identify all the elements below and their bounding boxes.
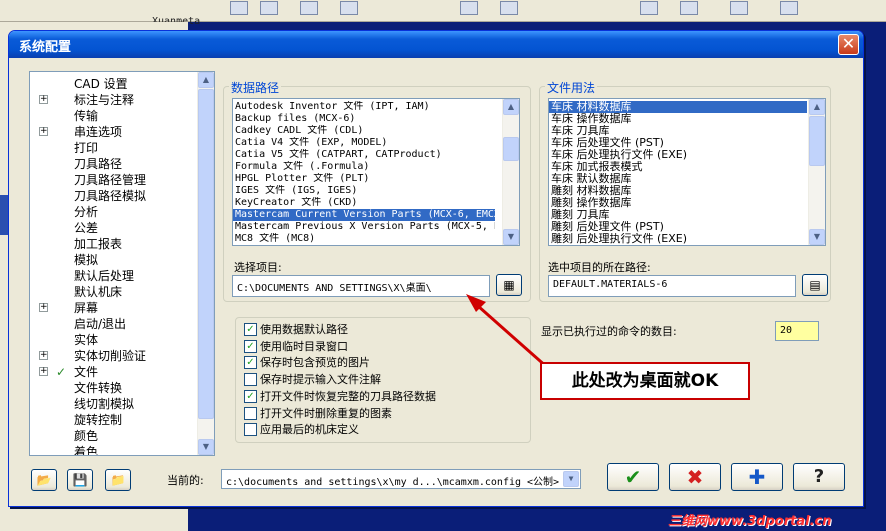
site-watermark: 三维网www.3dportal.cn bbox=[668, 514, 832, 529]
annotation-callout: 此处改为桌面就OK bbox=[540, 362, 750, 400]
annotation-arrow bbox=[466, 294, 549, 370]
